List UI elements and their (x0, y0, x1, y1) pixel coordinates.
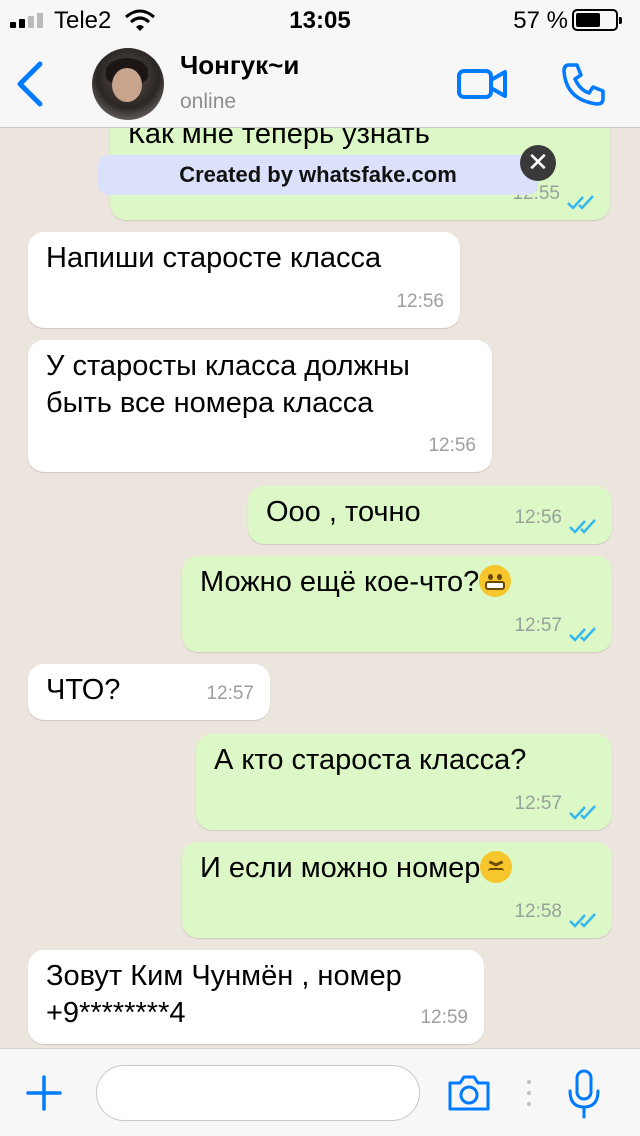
message-text: И если можно номер (200, 852, 481, 884)
close-icon[interactable]: ✕ (520, 145, 556, 181)
message-bubble[interactable]: Ооо , точно 12:56 (248, 486, 612, 544)
message-time: 12:57 (514, 793, 562, 814)
message-text: А кто староста класса? (214, 744, 527, 776)
message-text: У старосты класса должны быть все номера… (46, 350, 410, 419)
read-ticks-icon (569, 913, 596, 928)
message-bubble[interactable]: Зовут Ким Чунмён , номер +9********4 12:… (28, 950, 484, 1044)
plus-icon[interactable] (26, 1075, 62, 1111)
contact-name[interactable]: Чонгук~и (180, 50, 299, 81)
message-text: Зовут Ким Чунмён , номер +9********4 (46, 960, 402, 1029)
message-text: Напиши старосте класса (46, 242, 382, 274)
grimacing-emoji-icon (479, 565, 512, 597)
message-time: 12:57 (514, 615, 562, 636)
phone-icon[interactable] (560, 60, 608, 108)
microphone-icon[interactable] (566, 1069, 602, 1119)
message-input[interactable] (96, 1065, 420, 1121)
message-time: 12:59 (420, 1007, 468, 1028)
separator-dots (527, 1080, 531, 1106)
message-bubble[interactable]: А кто староста класса? 12:57 (196, 734, 612, 830)
message-bubble[interactable]: Можно ещё кое-что? 12:57 (182, 556, 612, 652)
message-text: Можно ещё кое-что? (200, 566, 480, 598)
message-time: 12:58 (514, 901, 562, 922)
status-bar: Tele2 13:05 57 % (0, 0, 640, 40)
chat-area: Как мне теперь узнать номер новенькой? 1… (0, 128, 640, 1048)
video-call-icon[interactable] (456, 64, 508, 104)
watermark-banner: Created by whatsfake.com (98, 155, 538, 195)
message-time: 12:57 (206, 683, 254, 704)
battery-icon (572, 9, 622, 31)
back-arrow-icon[interactable] (10, 58, 50, 110)
message-input-bar (0, 1048, 640, 1136)
message-bubble[interactable]: У старосты класса должны быть все номера… (28, 340, 492, 472)
chat-header: Чонгук~и online (0, 40, 640, 128)
battery-percentage: 57 % (513, 7, 568, 34)
read-ticks-icon (569, 519, 596, 534)
camera-icon[interactable] (446, 1073, 492, 1113)
message-bubble[interactable]: Напиши старосте класса 12:56 (28, 232, 460, 328)
read-ticks-icon (569, 627, 596, 642)
contact-status: online (180, 90, 237, 113)
read-ticks-icon (567, 195, 594, 210)
read-ticks-icon (569, 805, 596, 820)
message-time: 12:56 (396, 291, 444, 312)
avatar[interactable] (92, 48, 164, 120)
message-bubble[interactable]: ЧТО? 12:57 (28, 664, 270, 720)
message-time: 12:56 (428, 435, 476, 456)
confounded-emoji-icon (480, 851, 513, 883)
message-bubble[interactable]: И если можно номер 12:58 (182, 842, 612, 938)
message-time: 12:56 (514, 507, 562, 528)
